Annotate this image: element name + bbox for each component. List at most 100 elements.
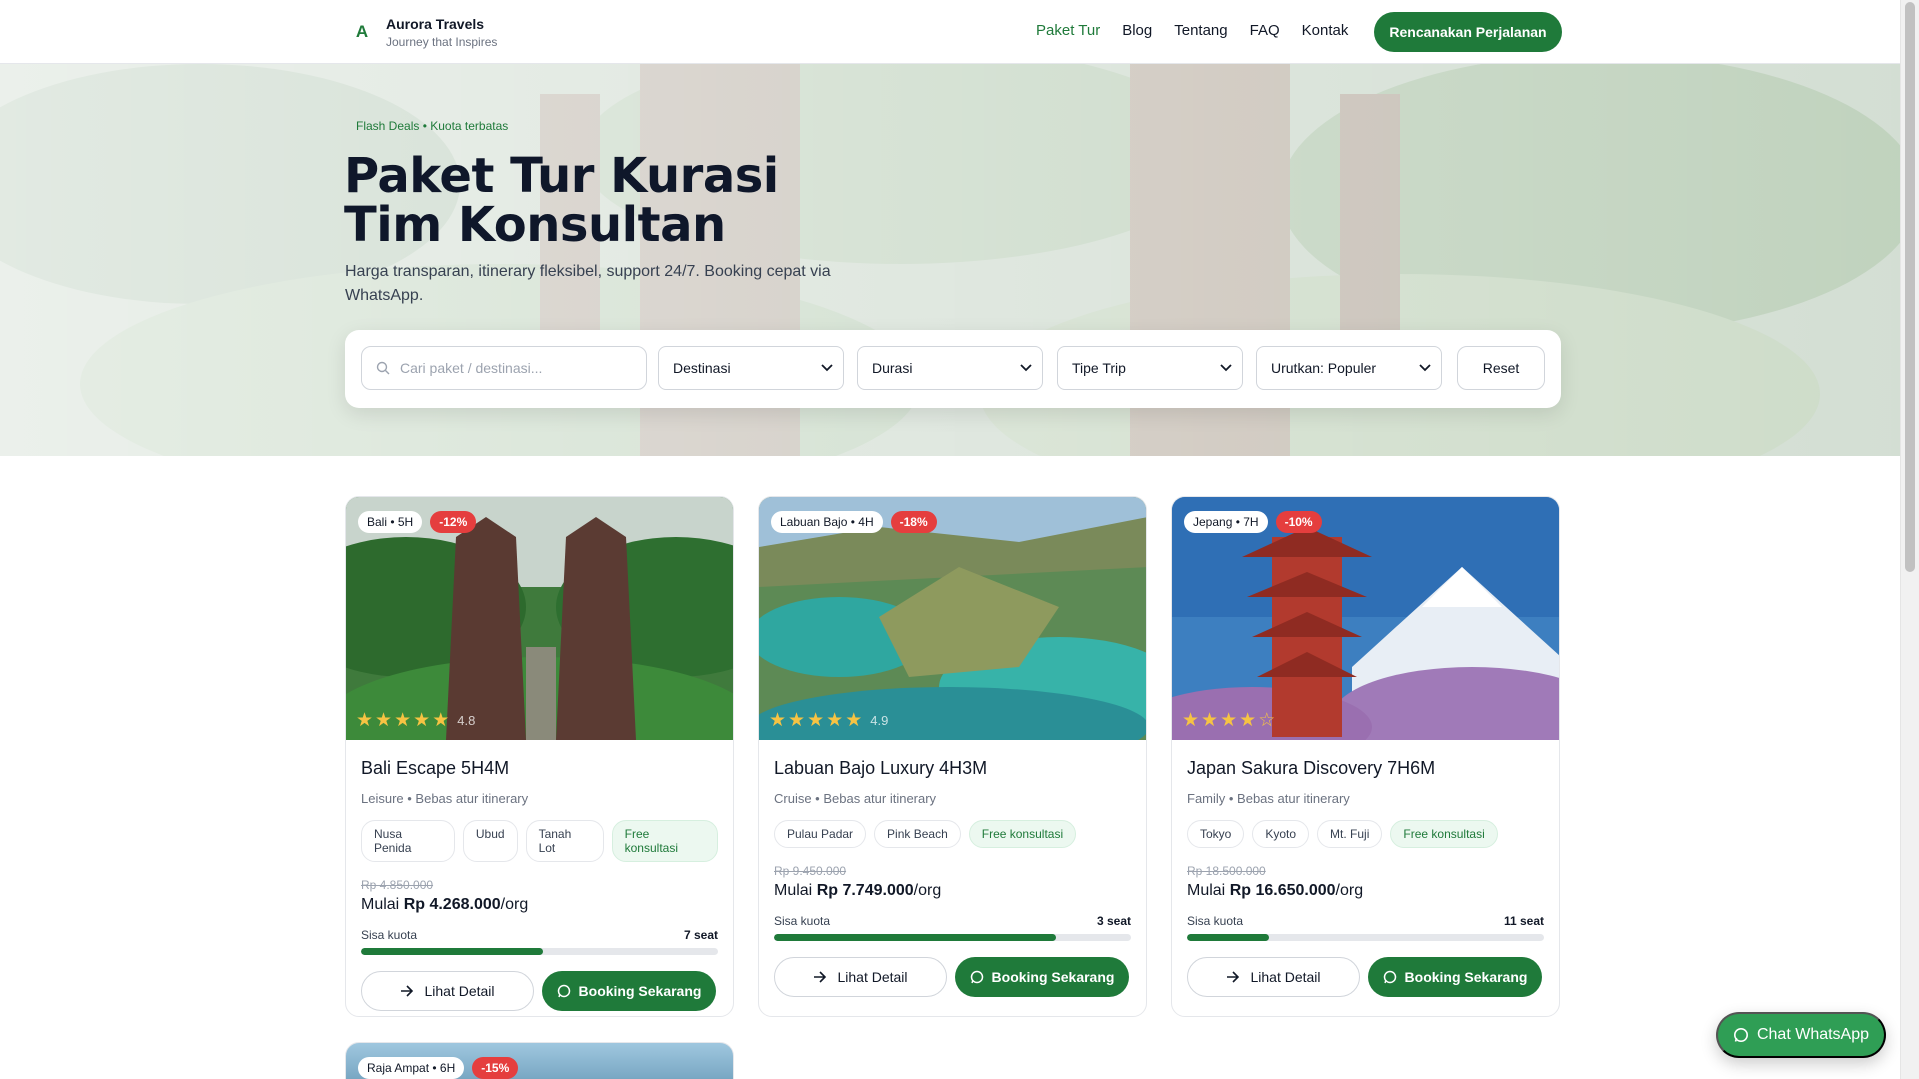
title-line-1: Paket Tur Kurasi xyxy=(344,148,779,204)
location-badge: Raja Ampat • 6H xyxy=(358,1057,465,1079)
nav-paket-tur[interactable]: Paket Tur xyxy=(1036,22,1100,39)
star-icon: ★ xyxy=(1182,710,1200,731)
view-detail-label: Lihat Detail xyxy=(1250,969,1321,985)
star-icon: ★ xyxy=(1239,710,1257,731)
page-scrollbar[interactable] xyxy=(1900,0,1919,1079)
sort-value: Urutkan: Populer xyxy=(1271,360,1377,376)
discount-badge: -18% xyxy=(890,511,937,533)
location-badge: Labuan Bajo • 4H xyxy=(771,511,883,533)
star-icon: ★ xyxy=(375,710,393,731)
package-card-raja-ampat[interactable]: Raja Ampat • 6H -15% xyxy=(345,1042,734,1079)
free-consult-chip: Free konsultasi xyxy=(1390,820,1498,848)
package-title[interactable]: Labuan Bajo Luxury 4H3M xyxy=(774,758,1131,779)
star-icon: ★ xyxy=(356,710,374,731)
price: Mulai Rp 16.650.000/org xyxy=(1187,882,1544,900)
view-detail-button[interactable]: Lihat Detail xyxy=(774,957,947,997)
quota-bar xyxy=(361,948,718,955)
package-image: Labuan Bajo • 4H -18% ★ ★ ★ ★ ★ 4.9 xyxy=(759,497,1146,740)
tag-chip: Tanah Lot xyxy=(525,820,604,862)
booking-button[interactable]: Booking Sekarang xyxy=(1368,957,1542,997)
filter-bar: Destinasi Durasi Tipe Trip Urutkan: Popu… xyxy=(345,330,1561,408)
nav-tentang[interactable]: Tentang xyxy=(1174,22,1227,39)
package-card-labuan-bajo[interactable]: Labuan Bajo • 4H -18% ★ ★ ★ ★ ★ 4.9 Labu… xyxy=(758,496,1147,1017)
chevron-down-icon xyxy=(1220,364,1232,372)
price-prefix: Mulai xyxy=(774,882,813,899)
price-value: Rp 4.268.000 xyxy=(403,896,501,913)
card-badges: Jepang • 7H -10% xyxy=(1184,511,1322,533)
view-detail-label: Lihat Detail xyxy=(424,983,495,999)
package-image: Bali • 5H -12% ★ ★ ★ ★ ★ 4.8 xyxy=(346,497,733,740)
brand-name: Aurora Travels xyxy=(386,15,485,32)
free-consult-chip: Free konsultasi xyxy=(611,820,718,862)
price-value: Rp 7.749.000 xyxy=(816,882,914,899)
price-prefix: Mulai xyxy=(361,896,400,913)
package-title[interactable]: Japan Sakura Discovery 7H6M xyxy=(1187,758,1544,779)
view-detail-label: Lihat Detail xyxy=(837,969,908,985)
quota-bar-fill xyxy=(774,934,1057,941)
main-nav: Paket Tur Blog Tentang FAQ Kontak xyxy=(1036,22,1370,39)
brand[interactable]: A Aurora Travels Journey that Inspires xyxy=(352,14,498,50)
view-detail-button[interactable]: Lihat Detail xyxy=(361,971,534,1011)
star-icon: ★ xyxy=(807,710,825,731)
quota-bar-fill xyxy=(361,948,544,955)
quota-row: Sisa kuota 7 seat xyxy=(361,928,718,942)
hero-subtitle: Harga transparan, itinerary fleksibel, s… xyxy=(345,263,831,304)
whatsapp-icon xyxy=(1733,1028,1748,1042)
arrow-right-icon xyxy=(814,971,827,983)
original-price: Rp 4.850.000 xyxy=(361,878,434,892)
rating: ★ ★ ★ ★ ★ 4.9 xyxy=(769,711,888,730)
plan-trip-button[interactable]: Rencanakan Perjalanan xyxy=(1374,12,1562,52)
package-card-japan[interactable]: Jepang • 7H -10% ★ ★ ★ ★ ☆ Japan Sakura … xyxy=(1171,496,1560,1017)
tag-chip: Tokyo xyxy=(1187,820,1245,848)
card-actions: Lihat Detail Booking Sekarang xyxy=(774,957,1131,997)
booking-button[interactable]: Booking Sekarang xyxy=(542,971,716,1011)
star-icon: ★ xyxy=(788,710,806,731)
rating-value: 4.8 xyxy=(457,713,476,728)
package-image: Jepang • 7H -10% ★ ★ ★ ★ ☆ xyxy=(1172,497,1559,740)
tag-chip: Mt. Fuji xyxy=(1317,820,1383,848)
price-suffix: /org xyxy=(913,882,942,899)
card-badges: Raja Ampat • 6H -15% xyxy=(358,1057,519,1079)
quota-bar xyxy=(1187,934,1544,941)
nav-faq[interactable]: FAQ xyxy=(1250,22,1280,39)
booking-label: Booking Sekarang xyxy=(1404,969,1528,985)
brand-tagline: Journey that Inspires xyxy=(386,34,498,49)
bali-gate-image xyxy=(346,497,733,740)
sort-select[interactable]: Urutkan: Populer xyxy=(1256,346,1442,390)
destinasi-select[interactable]: Destinasi xyxy=(658,346,844,390)
durasi-select[interactable]: Durasi xyxy=(857,346,1043,390)
chat-whatsapp-button[interactable]: Chat WhatsApp xyxy=(1716,1012,1886,1058)
discount-badge: -10% xyxy=(1275,511,1322,533)
title-line-2: Tim Konsultan xyxy=(344,197,726,253)
original-price: Rp 9.450.000 xyxy=(774,864,847,878)
search-input[interactable] xyxy=(400,360,640,376)
search-icon xyxy=(376,361,390,375)
quota-value: 7 seat xyxy=(683,928,718,942)
quota-label: Sisa kuota xyxy=(1187,914,1244,928)
tag-list: Tokyo Kyoto Mt. Fuji Free konsultasi xyxy=(1187,820,1544,848)
package-title[interactable]: Bali Escape 5H4M xyxy=(361,758,718,779)
tipe-trip-select[interactable]: Tipe Trip xyxy=(1057,346,1243,390)
chevron-down-icon xyxy=(821,364,833,372)
price-suffix: /org xyxy=(500,896,529,913)
package-card-bali[interactable]: Bali • 5H -12% ★ ★ ★ ★ ★ 4.8 Bali Escape… xyxy=(345,496,734,1017)
reset-button[interactable]: Reset xyxy=(1457,346,1545,390)
scrollbar-thumb[interactable] xyxy=(1905,2,1915,572)
star-icon: ★ xyxy=(769,710,787,731)
durasi-value: Durasi xyxy=(872,360,913,376)
booking-label: Booking Sekarang xyxy=(991,969,1115,985)
view-detail-button[interactable]: Lihat Detail xyxy=(1187,957,1360,997)
card-actions: Lihat Detail Booking Sekarang xyxy=(361,971,718,1011)
page-title: Paket Tur Kurasi Tim Konsultan xyxy=(344,152,864,250)
destinasi-value: Destinasi xyxy=(673,360,731,376)
search-box[interactable] xyxy=(361,346,647,390)
discount-badge: -12% xyxy=(430,511,477,533)
nav-kontak[interactable]: Kontak xyxy=(1302,22,1349,39)
package-meta: Family • Bebas atur itinerary xyxy=(1187,791,1350,806)
nav-blog[interactable]: Blog xyxy=(1122,22,1152,39)
site-header: A Aurora Travels Journey that Inspires P… xyxy=(0,0,1900,64)
star-outline-icon: ☆ xyxy=(1258,710,1276,731)
booking-button[interactable]: Booking Sekarang xyxy=(955,957,1129,997)
location-badge: Jepang • 7H xyxy=(1184,511,1268,533)
star-icon: ★ xyxy=(1201,710,1219,731)
